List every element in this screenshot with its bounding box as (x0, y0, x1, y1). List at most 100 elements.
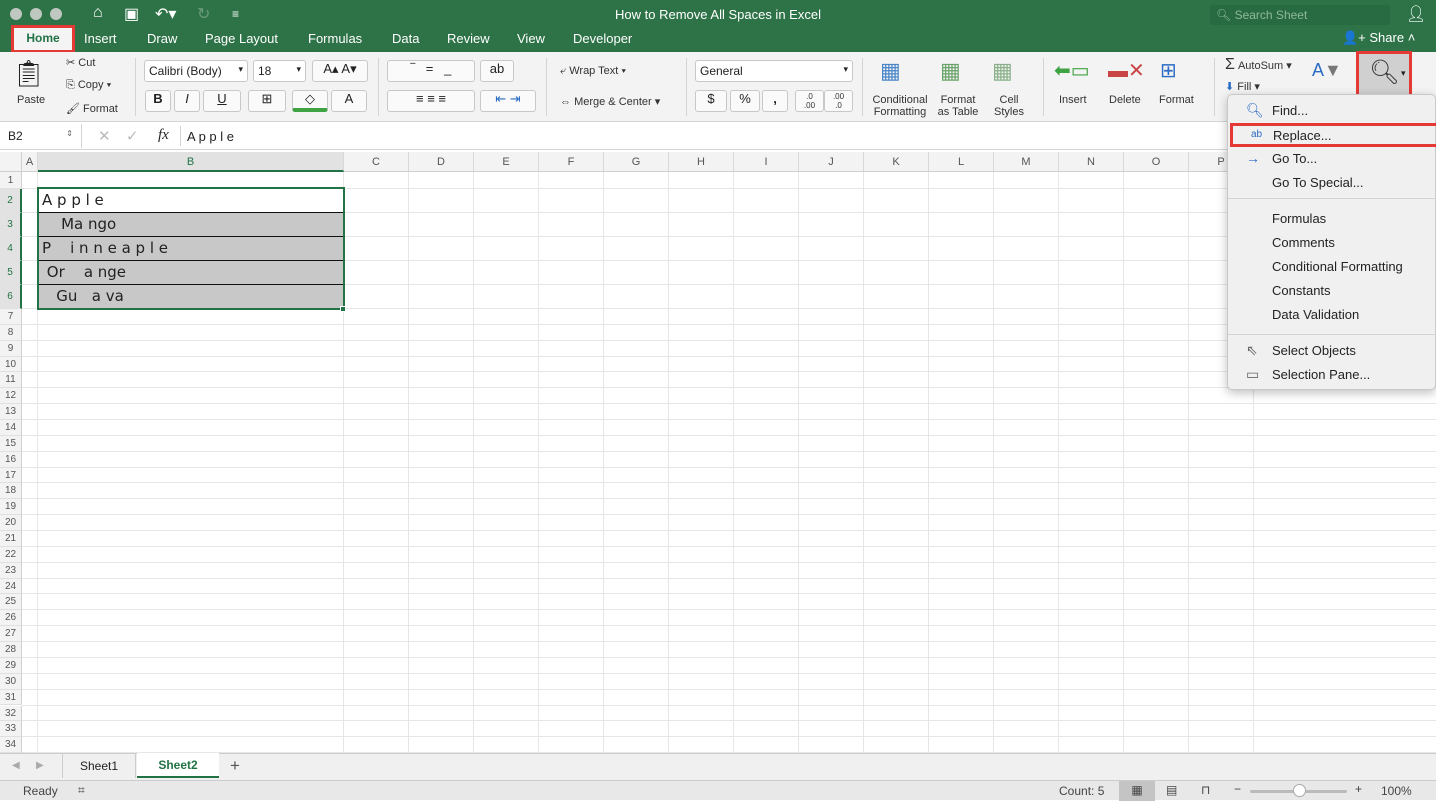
borders-button[interactable]: ⊞ (248, 90, 286, 112)
column-header-h[interactable]: H (669, 152, 734, 172)
row-header-16[interactable]: 16 (0, 451, 22, 468)
menu-item-selection-pane[interactable]: ▭ Selection Pane... (1228, 363, 1436, 387)
normal-view-button[interactable]: ▦ (1119, 781, 1155, 801)
row-header-19[interactable]: 19 (0, 499, 22, 516)
select-all-button[interactable] (0, 152, 22, 172)
decrease-decimal-button[interactable]: .00 .0 (824, 90, 853, 112)
column-header-m[interactable]: M (994, 152, 1059, 172)
underline-button[interactable]: U (203, 90, 241, 112)
tab-view[interactable]: View (517, 31, 545, 46)
column-header-c[interactable]: C (344, 152, 409, 172)
autosum-button[interactable]: Σ AutoSum ▾ (1225, 56, 1292, 74)
tab-insert[interactable]: Insert (84, 31, 117, 46)
row-header-34[interactable]: 34 (0, 737, 22, 753)
row-header-25[interactable]: 25 (0, 594, 22, 611)
menu-item-find[interactable]: 🔍︎ Find... (1228, 99, 1436, 123)
currency-button[interactable]: $ (695, 90, 727, 112)
delete-cells-icon[interactable]: ▬✕ (1108, 58, 1145, 83)
increase-decimal-button[interactable]: .0 .00 (795, 90, 824, 112)
menu-item-conditional-formatting[interactable]: Conditional Formatting (1228, 255, 1436, 279)
row-header-3[interactable]: 3 (0, 213, 22, 237)
comma-button[interactable]: , (762, 90, 788, 112)
tab-home[interactable]: Home (11, 25, 75, 53)
row-header-14[interactable]: 14 (0, 420, 22, 436)
row-header-32[interactable]: 32 (0, 705, 22, 722)
row-header-21[interactable]: 21 (0, 531, 22, 547)
font-size-select[interactable]: 18 ▾ (253, 60, 306, 82)
italic-button[interactable]: I (174, 90, 200, 112)
menu-item-go-to-special[interactable]: Go To Special... (1228, 171, 1436, 195)
format-cells-icon[interactable]: ⊞ (1160, 58, 1177, 83)
row-header-11[interactable]: 11 (0, 372, 22, 389)
row-header-6[interactable]: 6 (0, 285, 22, 309)
column-header-e[interactable]: E (474, 152, 539, 172)
account-icon[interactable]: 👤︎ (1406, 4, 1426, 24)
paste-icon[interactable]: 📋︎ (12, 58, 45, 89)
name-box[interactable]: B2 ⇕ (0, 124, 82, 148)
vertical-align-buttons[interactable]: ‾ = _ (387, 60, 475, 82)
number-format-select[interactable]: General ▾ (695, 60, 853, 82)
row-header-27[interactable]: 27 (0, 626, 22, 643)
row-header-20[interactable]: 20 (0, 515, 22, 532)
column-header-l[interactable]: L (929, 152, 994, 172)
row-header-13[interactable]: 13 (0, 404, 22, 421)
tab-formulas[interactable]: Formulas (308, 31, 362, 46)
format-painter-button[interactable]: 🖌︎ Format (66, 102, 118, 115)
menu-item-data-validation[interactable]: Data Validation (1228, 303, 1436, 327)
indent-buttons[interactable]: ⇤ ⇥ (480, 90, 536, 112)
tab-draw[interactable]: Draw (147, 31, 177, 46)
column-header-j[interactable]: J (799, 152, 864, 172)
tab-page-layout[interactable]: Page Layout (205, 31, 278, 46)
column-header-b[interactable]: B (38, 152, 344, 172)
column-header-i[interactable]: I (734, 152, 799, 172)
row-header-28[interactable]: 28 (0, 642, 22, 658)
cell-styles-button[interactable]: Cell Styles (990, 94, 1028, 118)
cell-styles-icon[interactable]: ▦ (992, 58, 1013, 84)
column-header-d[interactable]: D (409, 152, 474, 172)
fill-color-button[interactable]: ◇ (292, 90, 328, 112)
wrap-text-button[interactable]: ⤶ Wrap Text ▾ (560, 65, 626, 78)
sheet-tab-sheet2[interactable]: Sheet2 (137, 753, 219, 778)
row-header-2[interactable]: 2 (0, 189, 22, 213)
font-name-select[interactable]: Calibri (Body) ▾ (144, 60, 248, 82)
insert-function-button[interactable]: fx (158, 127, 169, 144)
horizontal-align-buttons[interactable]: ≡ ≡ ≡ (387, 90, 475, 112)
percent-button[interactable]: % (730, 90, 760, 112)
row-header-31[interactable]: 31 (0, 689, 22, 706)
row-header-22[interactable]: 22 (0, 546, 22, 563)
menu-item-formulas[interactable]: Formulas (1228, 207, 1436, 231)
row-header-23[interactable]: 23 (0, 562, 22, 579)
format-as-table-button[interactable]: Format as Table (934, 94, 982, 118)
row-header-17[interactable]: 17 (0, 467, 22, 484)
menu-item-comments[interactable]: Comments (1228, 231, 1436, 255)
tab-review[interactable]: Review (447, 31, 490, 46)
row-header-24[interactable]: 24 (0, 578, 22, 595)
format-button[interactable]: Format (1159, 94, 1194, 106)
conditional-formatting-button[interactable]: Conditional Formatting (870, 94, 930, 118)
menu-item-constants[interactable]: Constants (1228, 279, 1436, 303)
page-layout-view-button[interactable]: ▤ (1166, 783, 1177, 797)
row-header-29[interactable]: 29 (0, 657, 22, 674)
format-as-table-icon[interactable]: ▦ (940, 58, 961, 84)
row-header-4[interactable]: 4 (0, 237, 22, 261)
fill-handle[interactable] (340, 306, 346, 312)
menu-item-select-objects[interactable]: ⇖ Select Objects (1228, 339, 1436, 363)
row-header-33[interactable]: 33 (0, 721, 22, 738)
menu-item-go-to[interactable]: → Go To... (1228, 147, 1436, 171)
column-header-g[interactable]: G (604, 152, 669, 172)
paste-button[interactable]: Paste (17, 94, 45, 106)
tab-developer[interactable]: Developer (573, 31, 632, 46)
column-header-a[interactable]: A (22, 152, 38, 172)
zoom-out-button[interactable]: − (1234, 782, 1241, 796)
add-sheet-button[interactable]: + (230, 756, 240, 776)
row-header-15[interactable]: 15 (0, 435, 22, 452)
scroll-left-icon[interactable]: ◀ (12, 760, 20, 771)
copy-button[interactable]: ⎘ Copy ▾ (66, 79, 111, 92)
column-header-o[interactable]: O (1124, 152, 1189, 172)
row-header-9[interactable]: 9 (0, 340, 22, 357)
font-size-grow-shrink-buttons[interactable]: A▴ A▾ (312, 60, 368, 82)
scroll-right-icon[interactable]: ▶ (36, 760, 44, 771)
column-header-k[interactable]: K (864, 152, 929, 172)
formula-input[interactable]: A p p l e (187, 129, 234, 144)
fill-button[interactable]: ⬇ Fill ▾ (1225, 80, 1260, 93)
